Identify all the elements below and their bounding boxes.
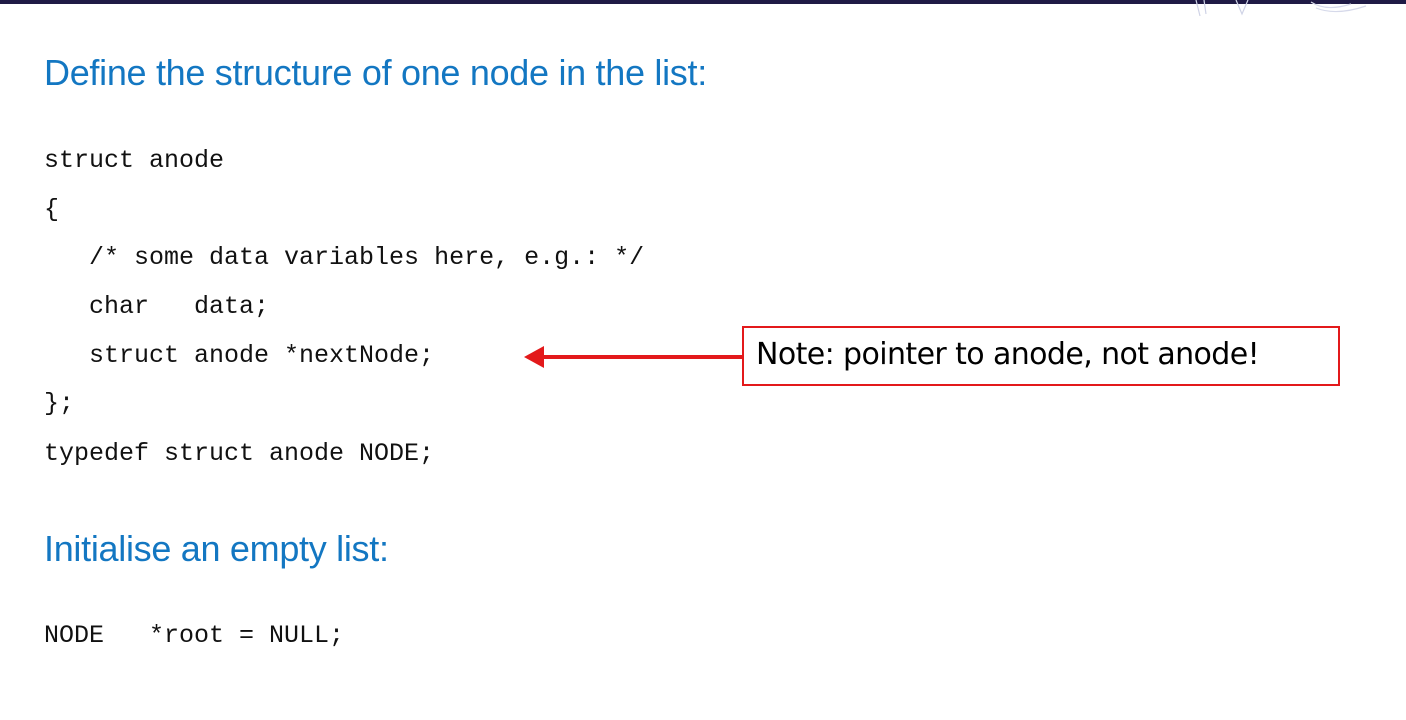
code-line: struct anode — [44, 146, 225, 175]
code-line: { — [44, 195, 60, 224]
code-line: struct anode *nextNode; — [44, 341, 435, 370]
note-callout-text: Note: pointer to anode, not anode! — [756, 337, 1260, 372]
section-heading-initialise-list: Initialise an empty list: — [44, 528, 389, 569]
code-line: typedef struct anode NODE; — [44, 439, 435, 468]
corner-decoration — [1195, 0, 1367, 17]
code-line: }; — [44, 389, 75, 418]
code-line: char data; — [44, 292, 270, 321]
code-line: NODE *root = NULL; — [44, 621, 345, 650]
code-line: /* some data variables here, e.g.: */ — [44, 243, 645, 272]
arrow-left-icon — [524, 346, 746, 368]
section-heading-define-structure: Define the structure of one node in the … — [44, 52, 707, 93]
slide: Define the structure of one node in the … — [0, 0, 1406, 720]
